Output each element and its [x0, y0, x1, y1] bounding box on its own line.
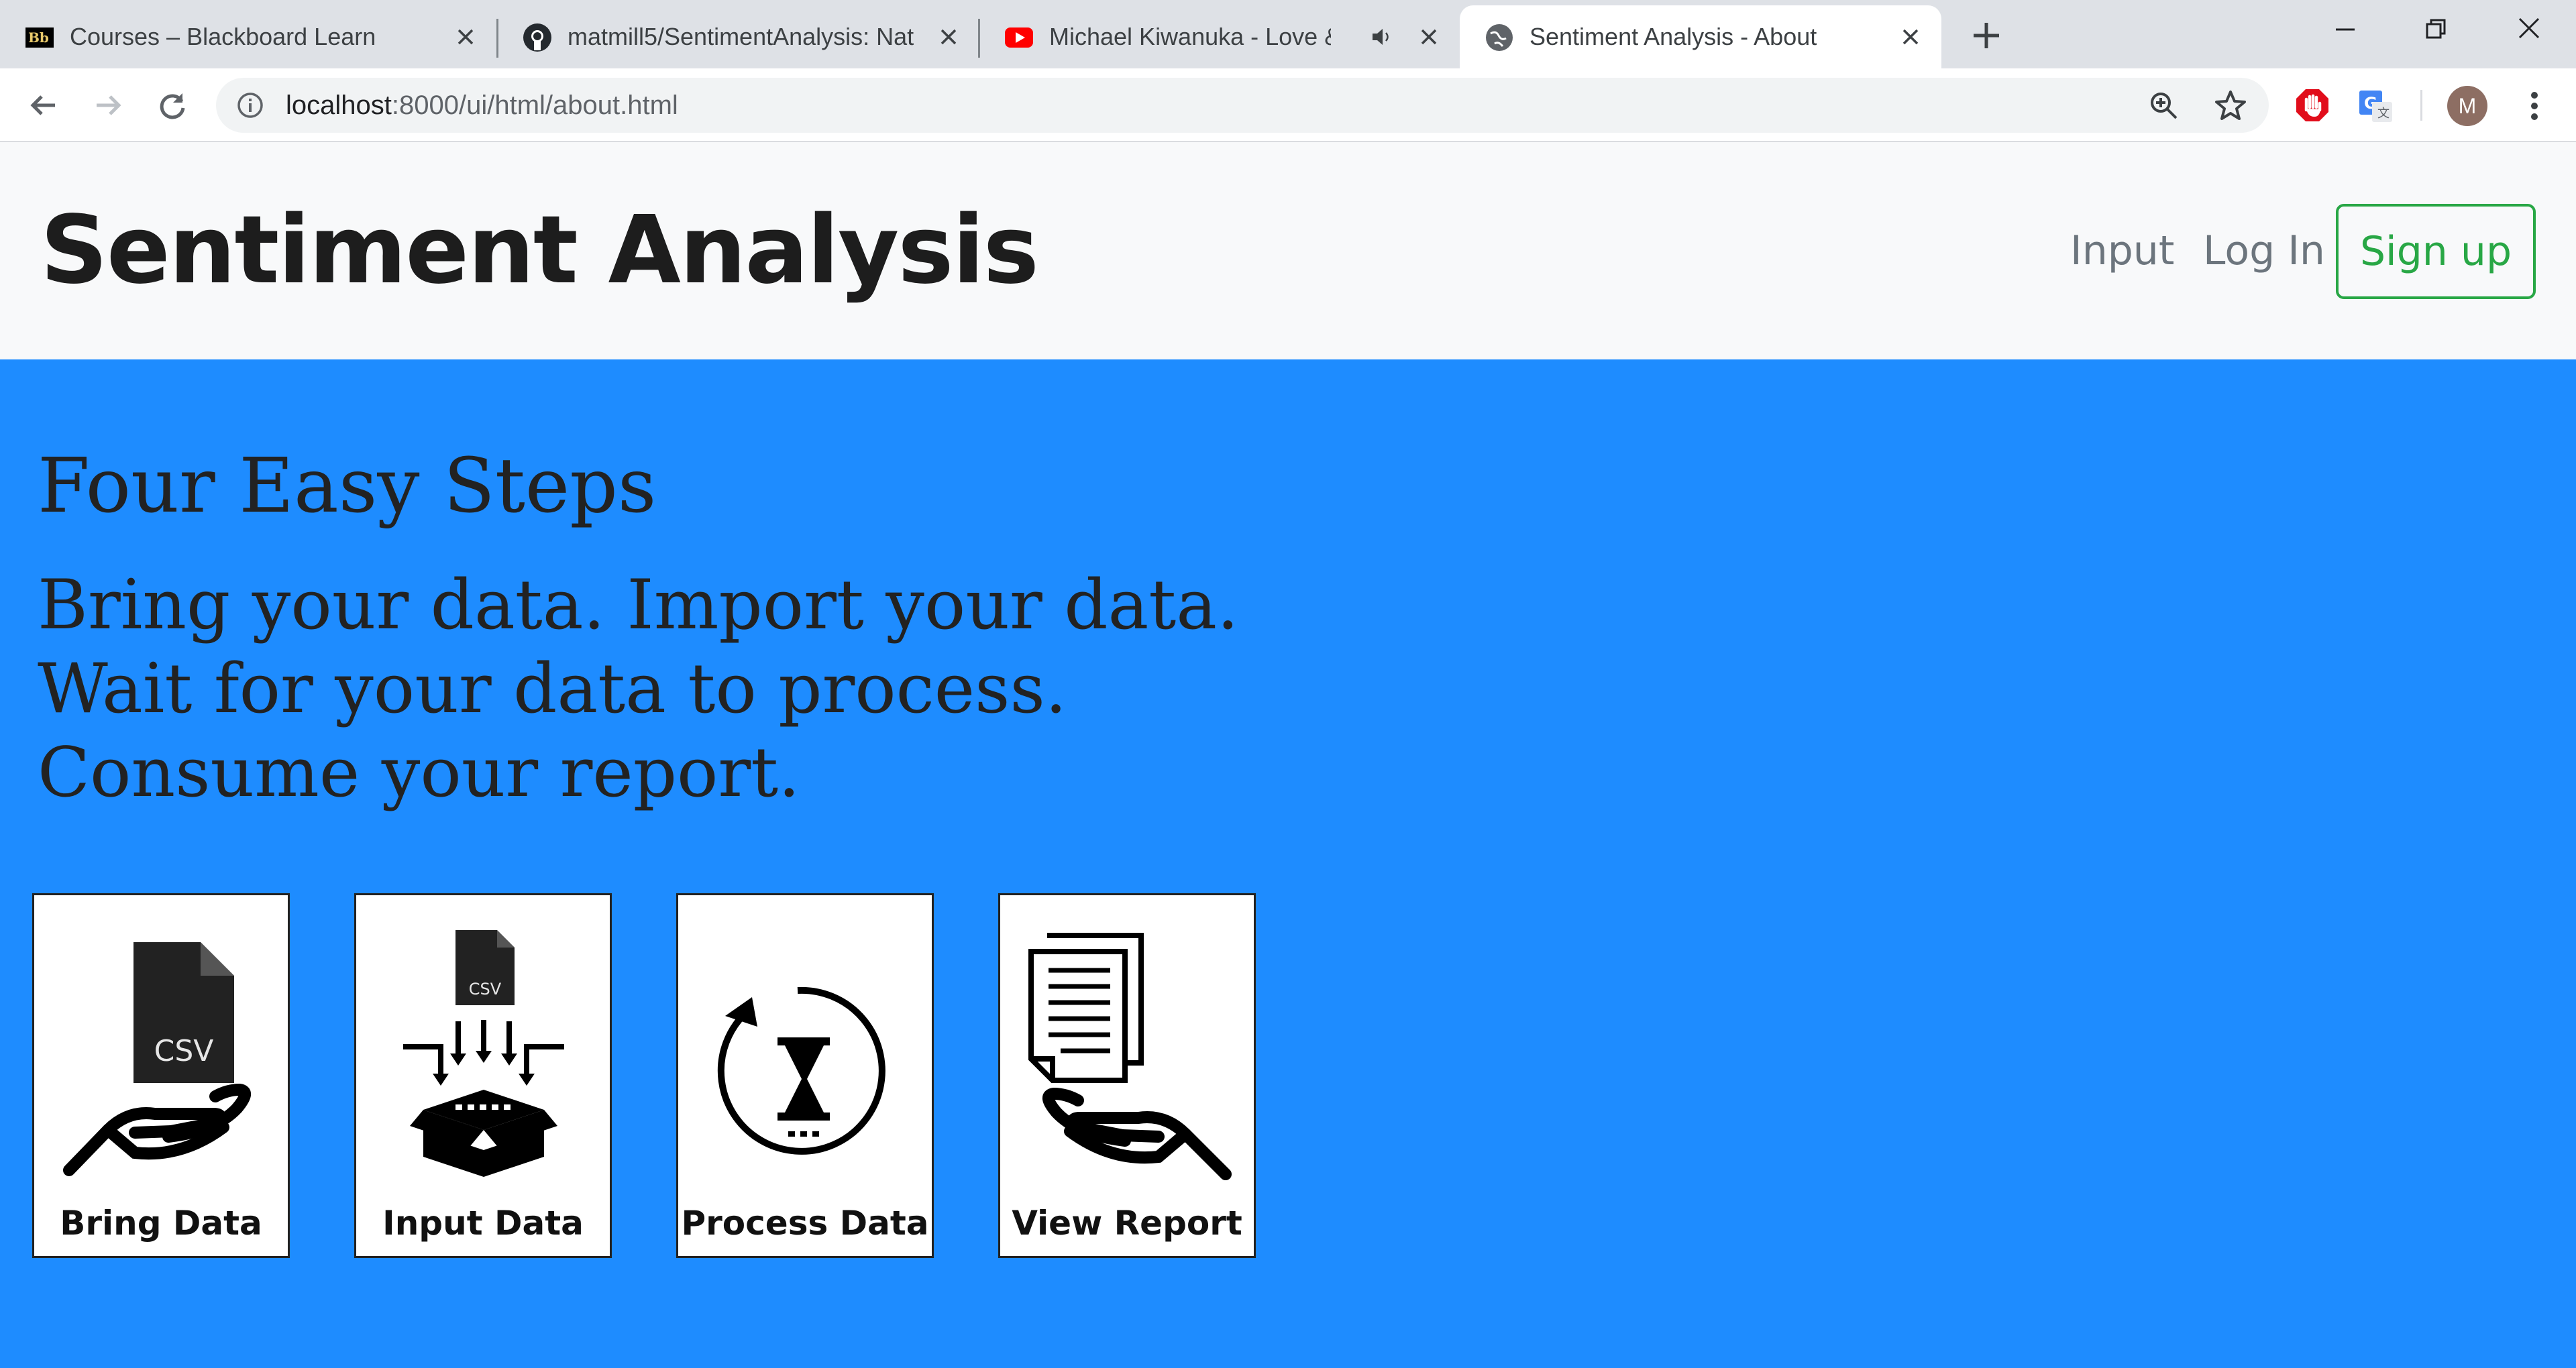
url-host: localhost: [286, 91, 392, 120]
window-close-icon[interactable]: [2509, 13, 2549, 47]
site-brand[interactable]: Sentiment Analysis: [40, 142, 1039, 359]
browser-tab-strip: Bb Courses – Blackboard Learn matmill5/S…: [0, 0, 2576, 68]
new-tab-icon[interactable]: [1970, 19, 2003, 52]
adblock-icon[interactable]: [2294, 87, 2330, 123]
step-label: Bring Data: [60, 1204, 262, 1243]
forward-arrow-icon[interactable]: [90, 87, 126, 123]
avatar[interactable]: M: [2447, 86, 2487, 126]
hourglass-cycle-icon: [717, 986, 885, 1155]
csv-box-icon: CSV: [403, 930, 564, 1177]
reload-icon[interactable]: [154, 87, 191, 123]
tab-title: Courses – Blackboard Learn: [70, 23, 376, 50]
site-navbar: Sentiment Analysis Input Log In Sign up: [0, 142, 2576, 359]
restore-icon[interactable]: [2415, 13, 2455, 47]
tab-youtube[interactable]: Michael Kiwanuka - Love & H: [979, 5, 1460, 68]
hero-title: Four Easy Steps: [38, 443, 657, 530]
tab-sentiment-about[interactable]: Sentiment Analysis - About: [1460, 5, 1941, 68]
hero-lead: Bring your data. Import your data. Wait …: [38, 563, 1239, 815]
github-icon: [523, 23, 551, 52]
step-card-process-data: Process Data: [676, 893, 934, 1258]
nav-link-login[interactable]: Log In: [2203, 142, 2325, 359]
svg-text:Bb: Bb: [28, 30, 49, 46]
signup-button[interactable]: Sign up: [2336, 204, 2536, 299]
more-menu-icon[interactable]: [2514, 86, 2555, 126]
browser-toolbar: localhost:8000/ui/html/about.html G 文 M: [0, 68, 2576, 142]
tab-title: Sentiment Analysis - About: [1529, 23, 1817, 50]
step-card-input-data: CSV Input Data: [354, 893, 612, 1258]
close-icon[interactable]: [1415, 23, 1442, 50]
bookmark-star-icon[interactable]: [2214, 89, 2247, 122]
report-hand-icon: [1028, 933, 1232, 1180]
hero-line: Wait for your data to process.: [38, 649, 1067, 729]
speaker-icon[interactable]: [1368, 23, 1395, 50]
step-label: View Report: [1012, 1204, 1242, 1243]
csv-hand-icon: CSV: [63, 942, 251, 1176]
address-bar[interactable]: localhost:8000/ui/html/about.html: [216, 78, 2269, 133]
hero-line: Consume your report.: [38, 733, 800, 813]
toolbar-divider: [2420, 90, 2422, 121]
youtube-icon: [1005, 27, 1033, 48]
close-icon[interactable]: [935, 23, 962, 50]
tab-github[interactable]: matmill5/SentimentAnalysis: Nat: [498, 5, 979, 68]
csv-file-text: CSV: [154, 1034, 214, 1068]
google-translate-icon[interactable]: G 文: [2357, 87, 2394, 123]
step-label: Process Data: [681, 1204, 929, 1243]
blackboard-icon: Bb: [25, 27, 54, 48]
step-label: Input Data: [382, 1204, 584, 1243]
svg-text:文: 文: [2377, 107, 2390, 121]
tab-title: Michael Kiwanuka - Love & H: [1049, 23, 1331, 50]
step-card-view-report: View Report: [998, 893, 1256, 1258]
minimize-icon[interactable]: [2325, 13, 2365, 47]
url-text[interactable]: localhost:8000/ui/html/about.html: [286, 78, 678, 133]
step-card-bring-data: CSV Bring Data: [32, 893, 290, 1258]
back-arrow-icon[interactable]: [25, 87, 62, 123]
close-icon[interactable]: [452, 23, 479, 50]
globe-icon: [1486, 24, 1513, 51]
tab-title: matmill5/SentimentAnalysis: Nat: [568, 23, 914, 50]
zoom-icon[interactable]: [2148, 90, 2179, 121]
tab-blackboard[interactable]: Bb Courses – Blackboard Learn: [0, 5, 496, 68]
csv-file-text: CSV: [469, 980, 502, 999]
hero-line: Bring your data. Import your data.: [38, 565, 1239, 645]
nav-link-input[interactable]: Input: [2070, 142, 2174, 359]
url-path: :8000/ui/html/about.html: [391, 91, 678, 120]
close-icon[interactable]: [1897, 23, 1924, 50]
info-icon[interactable]: [236, 91, 264, 119]
